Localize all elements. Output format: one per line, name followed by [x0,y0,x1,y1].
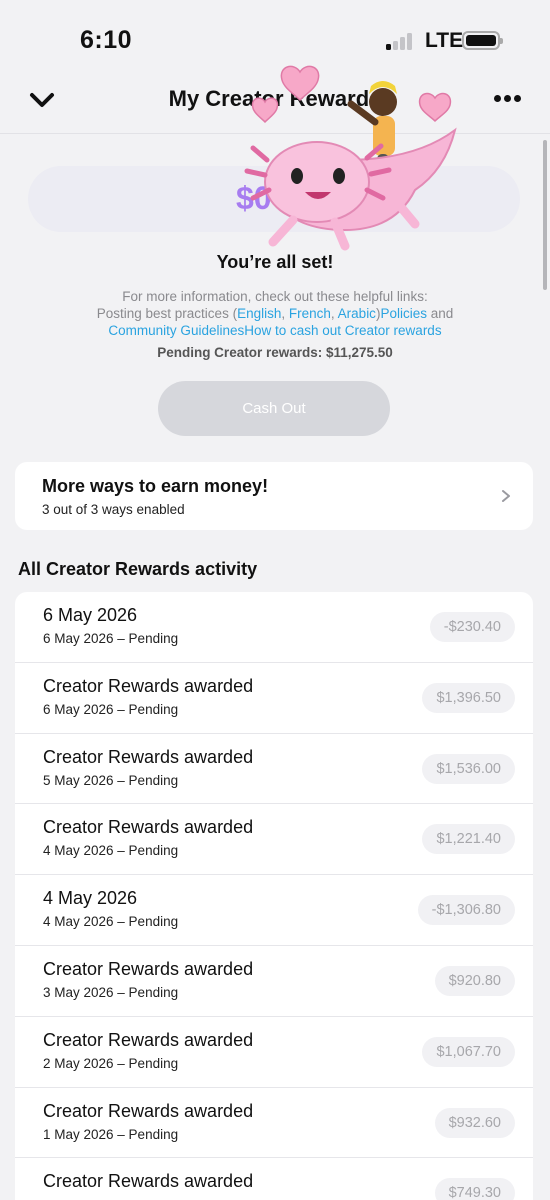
earn-card-title: More ways to earn money! [42,476,269,496]
separator: , [281,306,289,321]
activity-row[interactable]: Creator Rewards awarded 1 May 2026 – Pend… [15,1088,533,1159]
activity-title: Creator Rewards awarded [43,817,254,838]
cash-out-help-link[interactable]: How to cash out Creator rewards [244,323,441,338]
activity-row[interactable]: Creator Rewards awarded 5 May 2026 – Pend… [15,734,533,805]
activity-amount: $932.60 [434,1107,515,1138]
activity-date-status: 1 May 2026 – Pending [43,1126,179,1142]
activity-date-status: 4 May 2026 – Pending [43,843,179,859]
activity-amount: $1,221.40 [422,824,515,855]
signal-icon [386,32,416,50]
more-icon[interactable] [494,95,521,103]
activity-row[interactable]: 6 May 2026 6 May 2026 – Pending -$230.40 [15,592,533,663]
activity-amount: $749.30 [434,1178,515,1200]
activity-row[interactable]: Creator Rewards awarded $749.30 [15,1158,533,1200]
pending-rewards-total: Pending Creator rewards: $11,275.50 [157,345,393,360]
activity-amount: $1,396.50 [422,682,515,713]
activity-section-title: All Creator Rewards activity [18,559,258,579]
activity-amount: $920.80 [434,965,515,996]
earn-more-card[interactable]: More ways to earn money! 3 out of 3 ways… [15,462,533,530]
activity-title: Creator Rewards awarded [43,746,254,767]
english-link[interactable]: English [237,306,281,321]
activity-title: 4 May 2026 [43,888,138,909]
and-text: and [426,306,454,321]
activity-amount: $1,067.70 [422,1036,515,1067]
activity-row[interactable]: Creator Rewards awarded 3 May 2026 – Pend… [15,946,533,1017]
activity-row[interactable]: 4 May 2026 4 May 2026 – Pending -$1,306.80 [15,875,533,946]
earn-card-subtitle: 3 out of 3 ways enabled [42,502,185,517]
activity-title: Creator Rewards awarded [43,1100,254,1121]
activity-row[interactable]: Creator Rewards awarded 6 May 2026 – Pend… [15,663,533,734]
community-guidelines-link[interactable]: Community Guidelines [108,323,244,338]
activity-title: 6 May 2026 [43,605,138,625]
status-message: You’re all set! [216,252,334,272]
axolotl-bitmoji-sticker-icon [244,65,457,251]
info-intro: For more information, check out these he… [122,289,428,304]
separator: , [330,306,338,321]
activity-row[interactable]: Creator Rewards awarded 4 May 2026 – Pend… [15,804,533,876]
activity-date-status: 2 May 2026 – Pending [43,1055,179,1071]
cash-out-button[interactable]: Cash Out [158,381,390,436]
french-link[interactable]: French [289,306,331,321]
status-time: 6:10 [80,26,133,54]
activity-date-status: 6 May 2026 – Pending [43,701,179,717]
activity-date-status: 6 May 2026 – Pending [43,631,179,646]
activity-date-status: 5 May 2026 – Pending [43,772,179,788]
activity-title: Creator Rewards awarded [43,958,254,979]
battery-icon [462,31,503,50]
activity-title: Creator Rewards awarded [43,1029,254,1050]
activity-date-status: 3 May 2026 – Pending [43,984,179,1000]
activity-amount: -$230.40 [429,612,515,642]
activity-date-status: 4 May 2026 – Pending [43,914,179,930]
activity-list: 6 May 2026 6 May 2026 – Pending -$230.40 Cr… [15,592,533,1200]
activity-row[interactable]: Creator Rewards awarded 2 May 2026 – Pend… [15,1017,533,1088]
activity-amount: -$1,306.80 [417,895,515,926]
activity-title: Creator Rewards awarded [43,675,254,696]
practices-prefix: Posting best practices ( [96,306,238,321]
info-guidelines-line: Community GuidelinesHow to cash out Crea… [20,322,530,339]
activity-amount: $1,536.00 [422,753,515,784]
policies-link[interactable]: Policies [380,306,427,321]
info-links: For more information, check out these he… [20,288,530,339]
activity-title: Creator Rewards awarded [43,1171,254,1192]
info-practices-line: Posting best practices (English, French,… [20,305,530,322]
arabic-link[interactable]: Arabic [338,306,376,321]
chevron-right-icon [502,490,510,502]
